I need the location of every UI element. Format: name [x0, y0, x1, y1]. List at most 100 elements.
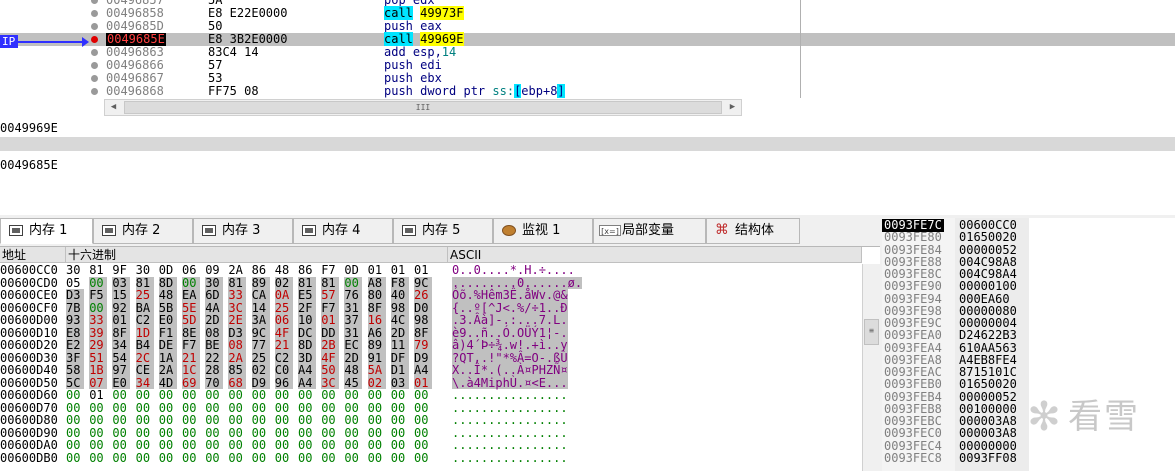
dump-byte[interactable]: 00 [66, 414, 84, 427]
dump-byte[interactable]: 01 [368, 264, 386, 277]
dump-byte[interactable]: 2B [321, 339, 340, 352]
dump-byte[interactable]: 2A [158, 364, 177, 377]
dump-byte[interactable]: 9F [112, 264, 130, 277]
dump-byte[interactable]: 76 [344, 289, 363, 302]
dump-byte[interactable]: A4 [414, 364, 432, 377]
dump-byte[interactable]: 97 [112, 364, 131, 377]
dump-byte[interactable]: 2E [228, 314, 247, 327]
dump-byte[interactable]: 00 [205, 451, 223, 465]
dump-byte[interactable]: 00 [321, 389, 339, 402]
dump-byte[interactable]: 00 [368, 451, 386, 465]
dump-byte[interactable]: 00 [136, 451, 154, 465]
dump-byte[interactable]: 29 [89, 339, 108, 352]
dump-row[interactable]: 00600D80 00 00 00 00 00 00 00 00 00 00 00 00 00 00 00 00… [0, 414, 862, 427]
dump-row[interactable]: 00600DB0 00 00 00 00 00 00 00 00 00 00 00 00 00 00 00 00… [0, 451, 862, 465]
dump-row[interactable]: 00600CD0 05 00 03 81 8D 00 30 81 89 02 81 81 00 A8 F8 9C… [0, 276, 862, 289]
scroll-right-icon[interactable]: ▶ [724, 100, 741, 115]
dump-byte[interactable]: 48 [158, 289, 177, 302]
dump-byte[interactable]: 50 [321, 364, 340, 377]
dump-row[interactable]: 00600CC0 30 81 9F 30 0D 06 09 2A 86 48 86 F7 0D 01 01 01… [0, 264, 862, 277]
dump-byte[interactable]: 00 [112, 451, 130, 465]
dump-byte[interactable]: 1C [182, 364, 200, 377]
dump-row[interactable]: 00600CE0 D3 F5 15 25 48 EA 6D 33 CA 0A E5 57 76 80 40 26… [0, 289, 862, 302]
dump-byte[interactable]: 26 [414, 289, 432, 302]
dump-row[interactable]: 00600D00 93 33 01 C2 E0 5D 2D 2E 3A 06 10 01 37 16 4C 98… [0, 314, 862, 327]
dump-byte[interactable]: 86 [252, 264, 270, 277]
dump-byte[interactable]: 00 [298, 439, 316, 452]
dump-byte[interactable]: 00 [368, 414, 386, 427]
dump-byte[interactable]: 58 [66, 364, 84, 377]
dump-byte[interactable]: A4 [298, 364, 316, 377]
dump-byte[interactable]: 00 [252, 439, 270, 452]
dump-byte[interactable]: 98 [414, 314, 432, 327]
dump-byte[interactable]: 00 [159, 439, 177, 452]
dump-byte[interactable]: 00 [298, 451, 316, 465]
dump-byte[interactable]: 2A [228, 264, 246, 277]
dump-byte[interactable]: 28 [205, 364, 224, 377]
dump-byte[interactable]: 00 [275, 389, 293, 402]
stack-row[interactable]: 0093FE80 01650020 [882, 231, 1175, 244]
dump-byte[interactable]: 00 [298, 389, 316, 402]
call-target[interactable]: 49969E [420, 32, 464, 46]
dump-byte[interactable]: 3A [251, 314, 270, 327]
dump-byte[interactable]: 00 [414, 414, 432, 427]
tab-dump-2[interactable]: 内存 2 [93, 218, 193, 244]
dump-vertical-scrollbar[interactable]: ≡ [862, 264, 880, 471]
dump-ascii[interactable]: â)4´Þ÷¾.w!.+ì..y [452, 339, 568, 352]
dump-byte[interactable]: 10 [298, 314, 316, 327]
dump-byte[interactable]: 00 [182, 389, 200, 402]
dump-address-header[interactable]: 地址 [0, 247, 66, 263]
dump-byte[interactable]: 16 [367, 314, 386, 327]
scroll-left-icon[interactable]: ◀ [105, 100, 122, 115]
dump-byte[interactable]: 5D [182, 314, 200, 327]
dump-byte[interactable]: 00 [205, 439, 223, 452]
dump-byte[interactable]: 00 [182, 451, 200, 465]
dump-row[interactable]: 00600D20 E2 29 34 B4 DE F7 BE 08 77 21 8D 2B EC 89 11 79… [0, 339, 862, 352]
dump-byte[interactable]: 00 [205, 414, 223, 427]
disasm-row[interactable]: 00496866 57 push edi [0, 59, 1175, 72]
disassembly-horizontal-scrollbar[interactable]: ◀ III ▶ [104, 99, 742, 116]
dump-byte[interactable]: 89 [367, 339, 386, 352]
dump-byte[interactable]: 00 [344, 439, 362, 452]
breakpoint-dot-icon[interactable] [91, 23, 98, 30]
tab-dump-8[interactable]: ⌘ 结构体 [706, 218, 800, 244]
dump-byte[interactable]: 00 [159, 451, 177, 465]
dump-byte[interactable]: 86 [298, 264, 316, 277]
stack-row[interactable]: 0093FEB0 01650020 [882, 378, 1175, 391]
dump-byte[interactable]: 00 [228, 389, 246, 402]
dump-byte[interactable]: 00 [182, 414, 200, 427]
dump-byte[interactable]: 00 [159, 389, 177, 402]
tab-dump-3[interactable]: 内存 3 [193, 218, 293, 244]
dump-byte[interactable]: 00 [205, 389, 223, 402]
dump-byte[interactable]: 15 [112, 289, 131, 302]
dump-byte[interactable]: 00 [391, 439, 409, 452]
breakpoint-dot-icon[interactable] [91, 10, 98, 17]
dump-ascii[interactable]: ................ [452, 439, 568, 452]
disasm-row[interactable]: 00496863 83C4 14 add esp,14 [0, 46, 1175, 59]
dump-row[interactable]: 00600D30 3F 51 54 2C 1A 21 22 2A 25 C2 3D 4F 2D 91 DF D9… [0, 351, 862, 364]
dump-ascii[interactable]: ................ [452, 414, 568, 427]
dump-byte[interactable]: 00 [66, 389, 84, 402]
memory-dump-pane[interactable]: 地址 十六进制 ASCII 00600CC0 30 81 9F 30 0D 06 09 2A 86… [0, 246, 880, 471]
dump-byte[interactable]: 00 [89, 439, 107, 452]
dump-ascii[interactable]: .3.Âà]-.:...7.L. [452, 314, 568, 327]
dump-byte[interactable]: 4C [390, 314, 409, 327]
dump-byte[interactable]: 00 [368, 389, 386, 402]
dump-byte[interactable]: 37 [344, 314, 363, 327]
dump-byte[interactable]: 00 [344, 414, 362, 427]
dump-byte[interactable]: F7 [321, 264, 339, 277]
scrollbar-thumb[interactable]: ≡ [864, 319, 879, 345]
dump-byte[interactable]: 00 [66, 439, 84, 452]
dump-byte[interactable]: BE [205, 339, 224, 352]
stack-row[interactable]: 0093FE90 00000100 [882, 280, 1175, 293]
dump-byte[interactable]: 0D [344, 264, 362, 277]
dump-byte[interactable]: 77 [251, 339, 270, 352]
dump-byte[interactable]: 00 [275, 439, 293, 452]
dump-byte[interactable]: 48 [344, 364, 363, 377]
dump-byte[interactable]: 00 [228, 414, 246, 427]
dump-row[interactable]: 00600D10 E8 39 8F 1D F1 8E 08 D3 9C 4F DC DD 31 A6 2D 8F… [0, 326, 862, 339]
dump-byte[interactable]: 00 [252, 451, 270, 465]
dump-byte[interactable]: 00 [414, 389, 432, 402]
dump-byte[interactable]: 00 [252, 389, 270, 402]
dump-ascii[interactable]: ................ [452, 389, 568, 402]
